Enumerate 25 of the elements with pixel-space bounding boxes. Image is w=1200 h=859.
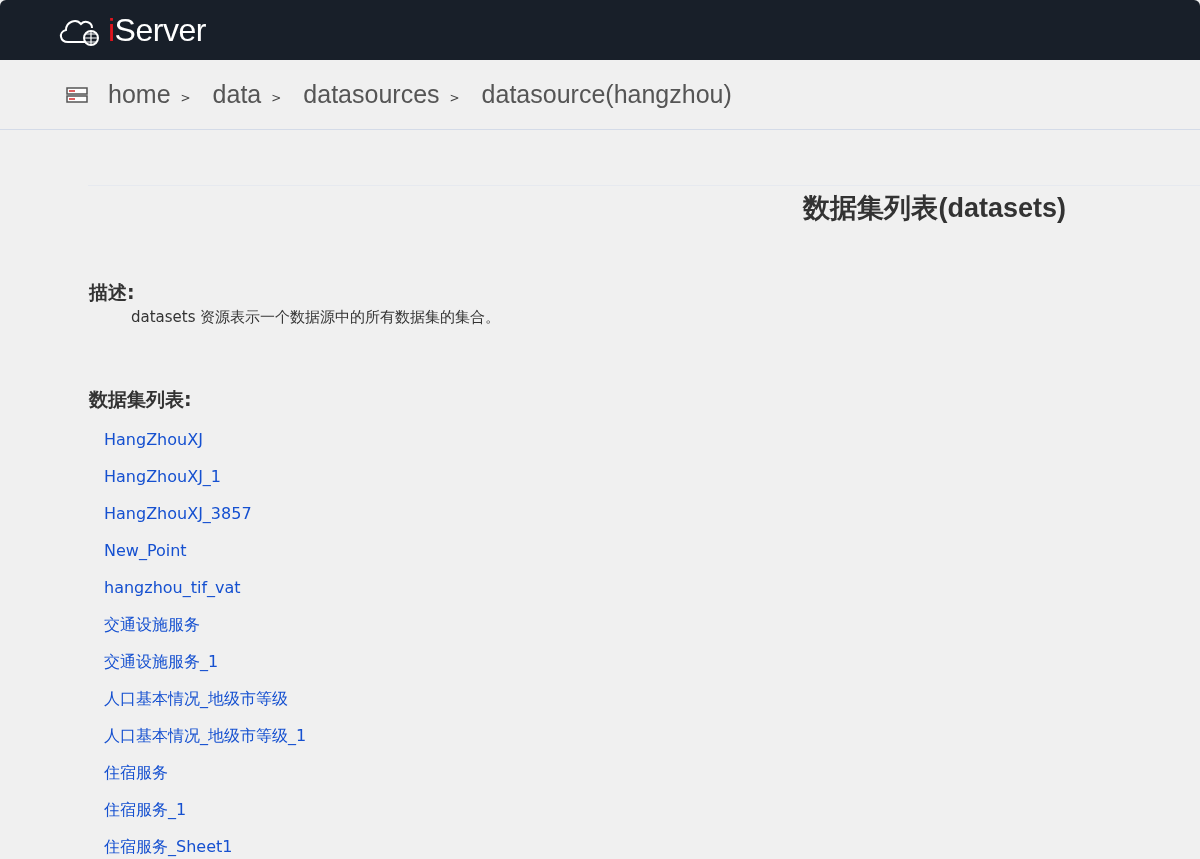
dataset-link[interactable]: 交通设施服务 [104,606,200,643]
dataset-link[interactable]: HangZhouXJ_3857 [104,495,252,532]
dataset-link[interactable]: HangZhouXJ [104,421,203,458]
breadcrumb-link[interactable]: datasources [303,80,440,109]
dataset-link[interactable]: 人口基本情况_地级市等级 [104,680,288,717]
dataset-link[interactable]: 住宿服务_Sheet1 [104,828,233,859]
breadcrumb-separator: > [449,90,460,105]
section-heading: 描述: [89,280,136,305]
section-heading: 数据集列表: [89,387,193,412]
dataset-link[interactable]: HangZhouXJ_1 [104,458,222,495]
breadcrumb-link[interactable]: home [108,80,171,109]
dataset-link[interactable]: New_Point [104,532,187,569]
server-icon [66,86,88,103]
description-text: datasets 资源表示一个数据源中的所有数据集的集合。 [131,308,502,327]
dataset-link[interactable]: 住宿服务_1 [104,791,187,828]
dataset-link[interactable]: 人口基本情况_地级市等级_1 [104,717,307,754]
breadcrumb-link[interactable]: data [212,80,262,109]
dataset-link[interactable]: 住宿服务 [104,754,168,791]
dataset-link[interactable]: 交通设施服务_1 [104,643,219,680]
page-title: 数据集列表(datasets) [801,192,1067,225]
dataset-link[interactable]: hangzhou_tif_vat [104,569,241,606]
logo-text: iServer [108,11,206,49]
breadcrumb-link[interactable]: datasource(hangzhou) [481,80,732,109]
breadcrumb-separator: > [180,90,191,105]
breadcrumb-separator: > [271,90,282,105]
